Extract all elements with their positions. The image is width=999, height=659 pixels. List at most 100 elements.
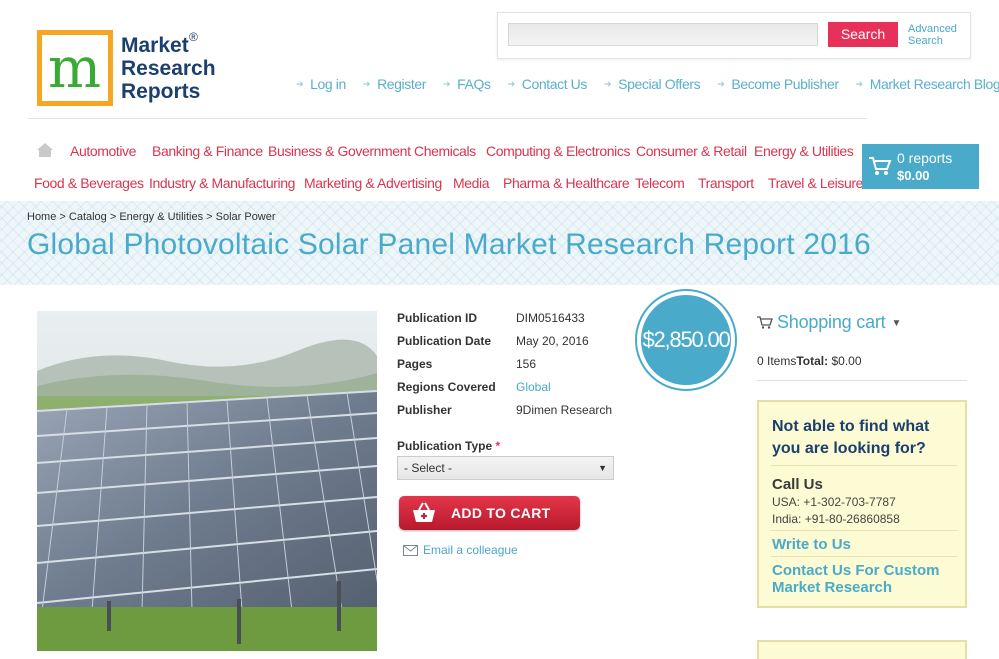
- india-phone: India: +91-80-26860858: [772, 512, 900, 526]
- login-link-label: Log in: [310, 76, 346, 92]
- arrow-icon: ➔: [855, 78, 864, 89]
- arrow-icon: ➔: [296, 78, 304, 89]
- product-image: [37, 311, 377, 651]
- special-offers-link-label: Special Offers: [618, 76, 701, 92]
- secondary-help-box: [757, 640, 967, 659]
- arrow-icon: ➔: [603, 78, 612, 89]
- page-title: Global Photovoltaic Solar Panel Market R…: [27, 228, 871, 261]
- chevron-down-icon: ▼: [891, 318, 902, 329]
- publication-type-select[interactable]: - Select - ▼: [397, 456, 614, 480]
- search-button[interactable]: Search: [828, 22, 898, 47]
- cart-icon: [757, 316, 773, 329]
- shopping-cart-title: Shopping cart: [777, 312, 886, 332]
- cart-items-count: 0 Items: [757, 354, 797, 368]
- cart-icon: [869, 157, 892, 175]
- dropdown-caret-icon: ▼: [598, 463, 607, 473]
- envelope-icon: [403, 545, 418, 556]
- custom-research-link[interactable]: Contact Us For Custom Market Research: [772, 562, 962, 596]
- registered-mark: ®: [189, 30, 198, 44]
- help-divider: [771, 556, 957, 557]
- category-transport[interactable]: Transport: [698, 175, 754, 191]
- arrow-icon: ➔: [717, 78, 725, 89]
- category-food-beverages[interactable]: Food & Beverages: [34, 175, 144, 191]
- category-travel-leisure[interactable]: Travel & Leisure: [768, 175, 863, 191]
- logo-wordmark: Market Research Reports: [121, 34, 216, 103]
- logo-letter: m: [48, 36, 101, 101]
- detail-row-publication-id: Publication ID DIM0516433: [397, 311, 637, 331]
- region-link[interactable]: Global: [516, 380, 551, 394]
- help-divider: [771, 465, 957, 466]
- category-telecom[interactable]: Telecom: [635, 175, 685, 191]
- usa-phone: USA: +1-302-703-7787: [772, 495, 896, 509]
- logo-mark: m: [37, 30, 113, 106]
- advanced-search-link[interactable]: Advanced Search: [908, 23, 957, 47]
- shopping-cart-heading[interactable]: Shopping cart ▼: [757, 312, 901, 333]
- detail-label: Publication Date: [397, 334, 492, 348]
- category-media[interactable]: Media: [453, 175, 490, 191]
- help-divider: [771, 530, 957, 531]
- basket-icon: [413, 502, 435, 522]
- required-marker: *: [495, 439, 501, 453]
- category-consumer-retail[interactable]: Consumer & Retail: [636, 143, 747, 159]
- category-automotive[interactable]: Automotive: [70, 143, 136, 159]
- blog-link-label: Market Research Blog: [869, 76, 999, 92]
- top-links: ➔ Log in ➔ Register ➔ FAQs ➔ Contact Us ➔ Spe…: [296, 76, 999, 92]
- register-link-label: Register: [377, 76, 426, 92]
- cart-divider: [757, 380, 967, 381]
- become-publisher-link[interactable]: ➔ Become Publisher: [717, 76, 839, 92]
- email-colleague-link[interactable]: Email a colleague: [403, 543, 518, 557]
- faqs-link[interactable]: ➔ FAQs: [443, 76, 491, 92]
- header-divider: [28, 118, 867, 119]
- arrow-icon: ➔: [443, 78, 451, 89]
- detail-value: DIM0516433: [516, 311, 585, 325]
- category-banking-finance[interactable]: Banking & Finance: [152, 143, 263, 159]
- contact-us-link[interactable]: ➔ Contact Us: [507, 76, 588, 92]
- register-link[interactable]: ➔ Register: [363, 76, 426, 92]
- solar-panels-illustration: [37, 311, 377, 651]
- help-heading: Not able to find what you are looking fo…: [772, 418, 930, 457]
- shopping-cart-summary: 0 ItemsTotal: $0.00: [757, 354, 862, 368]
- logo-line-3: Reports: [121, 80, 201, 103]
- category-marketing-advertising[interactable]: Marketing & Advertising: [304, 175, 442, 191]
- breadcrumb[interactable]: Home > Catalog > Energy & Utilities > So…: [27, 211, 276, 223]
- header-cart[interactable]: 0 reports $0.00: [862, 144, 979, 189]
- login-link[interactable]: ➔ Log in: [296, 76, 346, 92]
- cart-total: $0.00: [897, 168, 930, 183]
- detail-value: May 20, 2016: [516, 334, 589, 348]
- category-business-government[interactable]: Business & Government: [268, 143, 411, 159]
- arrow-icon: ➔: [507, 78, 516, 89]
- category-computing-electronics[interactable]: Computing & Electronics: [486, 143, 630, 159]
- contact-us-link-label: Contact Us: [521, 76, 588, 92]
- blog-link[interactable]: ➔ Market Research Blog: [856, 76, 999, 92]
- advanced-search-line-2: Search: [908, 35, 943, 47]
- detail-label: Pages: [397, 357, 433, 371]
- arrow-icon: ➔: [362, 78, 371, 89]
- search-input[interactable]: [508, 23, 818, 46]
- category-industry-manufacturing[interactable]: Industry & Manufacturing: [149, 175, 295, 191]
- site-logo[interactable]: m Market Research Reports ®: [37, 30, 217, 110]
- detail-row-regions: Regions Covered Global: [397, 380, 637, 400]
- detail-row-pages: Pages 156: [397, 357, 637, 377]
- advanced-search-line-1: Advanced: [908, 23, 957, 35]
- search-panel: Search Advanced Search: [497, 12, 971, 59]
- add-to-cart-label: ADD TO CART: [451, 505, 551, 521]
- detail-row-publication-date: Publication Date May 20, 2016: [397, 334, 637, 354]
- category-pharma-healthcare[interactable]: Pharma & Healthcare: [503, 175, 630, 191]
- detail-value: 156: [516, 357, 537, 371]
- price-badge: $2,850.00: [637, 291, 735, 389]
- cart-total-value: $0.00: [831, 354, 862, 368]
- logo-line-1: Market: [121, 34, 189, 57]
- faqs-link-label: FAQs: [457, 76, 491, 92]
- category-energy-utilities[interactable]: Energy & Utilities: [754, 143, 854, 159]
- detail-label: Publication ID: [397, 311, 478, 325]
- add-to-cart-button[interactable]: ADD TO CART: [399, 496, 580, 530]
- select-value: - Select -: [404, 461, 453, 475]
- home-icon[interactable]: [36, 142, 54, 158]
- write-to-us-link[interactable]: Write to Us: [772, 536, 962, 553]
- special-offers-link[interactable]: ➔ Special Offers: [603, 76, 701, 92]
- category-chemicals[interactable]: Chemicals: [414, 143, 476, 159]
- cart-total-label: Total:: [796, 354, 829, 368]
- become-publisher-link-label: Become Publisher: [731, 76, 839, 92]
- detail-row-publisher: Publisher 9Dimen Research: [397, 403, 637, 423]
- email-colleague-label: Email a colleague: [423, 543, 518, 557]
